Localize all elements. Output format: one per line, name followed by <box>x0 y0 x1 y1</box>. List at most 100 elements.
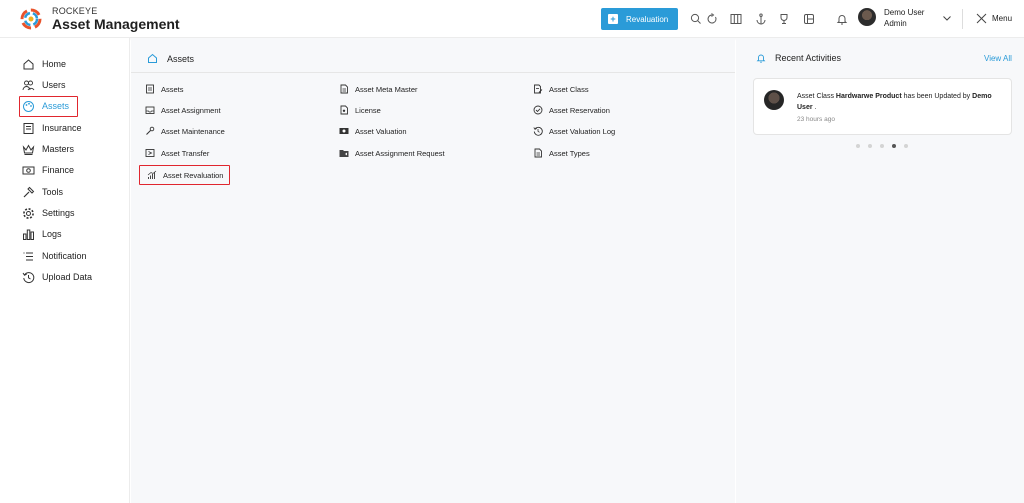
title-divider <box>131 72 735 73</box>
link-asset-meta-master[interactable]: Asset Meta Master <box>339 83 418 95</box>
main-content: Assets Assets Asset Assignment Asset Mai… <box>131 38 735 503</box>
activity-card[interactable]: Asset Class Hardwarwe Product has been U… <box>753 78 1012 135</box>
recent-activities-panel: Recent Activities View All Asset Class H… <box>736 38 1024 503</box>
transfer-icon <box>145 149 155 157</box>
history-icon <box>22 271 35 283</box>
sidebar-item-logs[interactable]: Logs <box>22 227 62 241</box>
sidebar-item-label: Tools <box>42 187 64 197</box>
inbox-icon <box>145 106 155 114</box>
sidebar-item-masters[interactable]: Masters <box>22 142 74 156</box>
sidebar-item-notification[interactable]: Notification <box>22 249 87 263</box>
user-name: Demo User <box>884 8 925 17</box>
finance-icon <box>22 166 35 174</box>
layout-icon[interactable] <box>803 13 815 25</box>
carousel-dot[interactable] <box>892 144 896 148</box>
brand-small: ROCKEYE <box>52 6 98 16</box>
link-asset-transfer[interactable]: Asset Transfer <box>145 147 209 159</box>
close-icon[interactable] <box>976 13 987 24</box>
carousel-dot[interactable] <box>868 144 872 148</box>
sidebar-item-tools[interactable]: Tools <box>22 185 63 199</box>
document-icon <box>146 84 154 94</box>
trophy-icon[interactable] <box>778 13 790 25</box>
top-header: ROCKEYE Asset Management + Revaluation D… <box>0 0 1024 38</box>
rockeye-logo-icon[interactable] <box>20 8 42 30</box>
anchor-icon[interactable] <box>755 13 767 25</box>
sidebar-item-settings[interactable]: Settings <box>22 206 75 220</box>
view-all-link[interactable]: View All <box>984 54 1012 63</box>
activity-suffix: . <box>814 104 817 111</box>
sidebar-item-label: Finance <box>42 165 75 175</box>
sidebar-item-label: Masters <box>42 144 75 154</box>
link-asset-valuation-log[interactable]: Asset Valuation Log <box>533 125 615 137</box>
user-avatar[interactable] <box>858 8 876 26</box>
activity-text: Asset Class Hardwarwe Product has been U… <box>797 91 1005 113</box>
search-icon[interactable] <box>690 13 702 25</box>
page-title: Assets <box>147 53 194 64</box>
brand-title: Asset Management <box>52 16 180 32</box>
link-asset-class[interactable]: Asset Class <box>533 83 589 95</box>
sidebar-item-upload-data[interactable]: Upload Data <box>22 270 92 284</box>
carousel-dots <box>856 144 908 148</box>
revaluation-button-label: Revaluation <box>626 14 669 24</box>
user-role: Admin <box>884 19 907 28</box>
link-label: Asset Types <box>549 148 590 158</box>
sidebar-item-label: Logs <box>42 229 62 239</box>
link-label: Asset Transfer <box>161 148 210 158</box>
money-icon <box>339 128 349 134</box>
refresh-icon[interactable] <box>706 13 718 25</box>
carousel-dot[interactable] <box>904 144 908 148</box>
link-assets[interactable]: Assets <box>145 83 184 95</box>
link-label: Asset Assignment Request <box>355 148 445 158</box>
link-asset-valuation[interactable]: Asset Valuation <box>339 125 407 137</box>
recent-activities-title: Recent Activities <box>756 53 841 63</box>
link-asset-types[interactable]: Asset Types <box>533 147 590 159</box>
activity-product: Hardwarwe Product <box>835 93 902 100</box>
bell-icon[interactable] <box>836 13 848 25</box>
link-label: Asset Valuation <box>355 126 407 136</box>
columns-icon[interactable] <box>730 13 742 25</box>
tools-icon <box>23 186 35 197</box>
document-icon <box>534 148 542 158</box>
sidebar-item-users[interactable]: Users <box>22 78 66 92</box>
highlight-box-asset-revaluation <box>139 165 230 185</box>
activity-prefix: Asset Class <box>797 93 834 100</box>
link-asset-assignment-request[interactable]: Asset Assignment Request <box>339 147 445 159</box>
sidebar-item-label: Home <box>42 59 67 69</box>
link-asset-assignment[interactable]: Asset Assignment <box>145 104 221 116</box>
link-label: Asset Meta Master <box>355 84 418 94</box>
wrench-icon <box>146 126 155 135</box>
page-title-label: Assets <box>167 53 195 64</box>
link-asset-reservation[interactable]: Asset Reservation <box>533 104 610 116</box>
check-circle-icon <box>533 105 543 115</box>
menu-label[interactable]: Menu <box>992 14 1012 23</box>
header-divider <box>962 9 963 29</box>
carousel-dot[interactable] <box>880 144 884 148</box>
link-label: Asset Maintenance <box>161 126 225 136</box>
sidebar-item-label: Users <box>42 80 66 90</box>
home-icon <box>23 58 34 69</box>
notification-list-icon <box>23 252 33 260</box>
highlight-box-assets <box>19 96 78 117</box>
sidebar-item-finance[interactable]: Finance <box>22 163 74 177</box>
crown-icon <box>22 143 35 155</box>
link-asset-maintenance[interactable]: Asset Maintenance <box>145 125 225 137</box>
link-label: Assets <box>161 84 184 94</box>
license-icon <box>340 105 348 115</box>
revaluation-button[interactable]: + Revaluation <box>601 8 678 30</box>
sidebar-item-label: Settings <box>42 208 75 218</box>
recent-activities-label: Recent Activities <box>775 53 842 63</box>
chevron-down-icon[interactable] <box>942 13 952 23</box>
folder-icon <box>339 150 349 157</box>
link-label: Asset Reservation <box>549 105 610 115</box>
link-license[interactable]: License <box>339 104 381 116</box>
sidebar: Home Users Assets Insurance Masters Fina… <box>0 38 130 503</box>
carousel-dot[interactable] <box>856 144 860 148</box>
users-icon <box>22 80 35 90</box>
sidebar-item-label: Notification <box>42 251 87 261</box>
activity-middle: has been Updated by <box>903 93 971 100</box>
bell-icon <box>756 54 766 63</box>
link-label: License <box>355 105 381 115</box>
sidebar-item-home[interactable]: Home <box>22 57 66 71</box>
logs-icon <box>23 229 34 240</box>
sidebar-item-insurance[interactable]: Insurance <box>22 121 82 135</box>
